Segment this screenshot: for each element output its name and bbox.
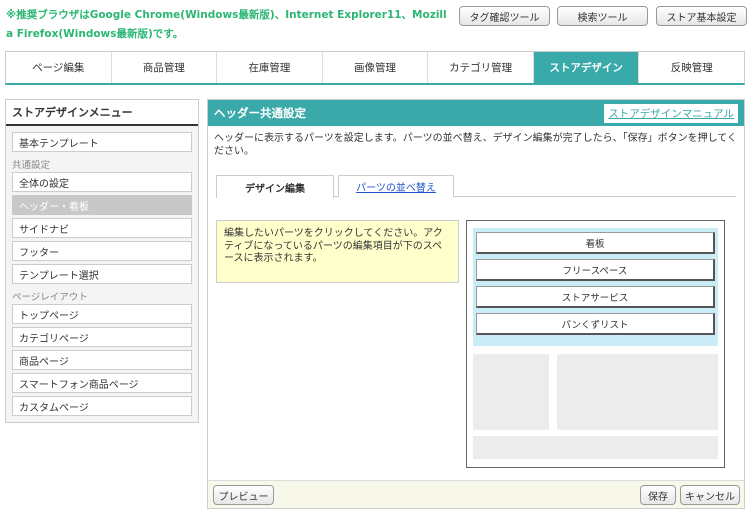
preview-side-area [473, 354, 549, 430]
sidebar-item-template-select[interactable]: テンプレート選択 [12, 264, 192, 284]
sidebar-item-custom-page[interactable]: カスタムページ [12, 396, 192, 416]
tab-parts-reorder[interactable]: パーツの並べ替え [338, 175, 454, 197]
part-breadcrumb[interactable]: パンくずリスト [476, 313, 715, 335]
tab-publish-management[interactable]: 反映管理 [639, 52, 745, 83]
tab-store-design[interactable]: ストアデザイン [533, 52, 640, 83]
part-free-space[interactable]: フリースペース [476, 259, 715, 281]
tab-product-management[interactable]: 商品管理 [111, 52, 218, 83]
tab-page-edit[interactable]: ページ編集 [6, 52, 112, 83]
search-tool-button[interactable]: 検索ツール [557, 6, 648, 26]
tab-category-management[interactable]: カテゴリ管理 [428, 52, 534, 83]
tab-inventory-management[interactable]: 在庫管理 [217, 52, 323, 83]
header-parts-area: 看板 フリースペース ストアサービス パンくずリスト [473, 228, 718, 346]
store-design-manual-link[interactable]: ストアデザインマニュアル [604, 103, 738, 123]
main-nav-tabs: ページ編集 商品管理 在庫管理 画像管理 カテゴリ管理 ストアデザイン 反映管理 [5, 51, 745, 85]
sidebar-item-header-signboard[interactable]: ヘッダー・看板 [12, 195, 192, 215]
preview-footer-area [473, 436, 718, 459]
sidebar-item-footer[interactable]: フッター [12, 241, 192, 261]
sidebar-item-smartphone-product-page[interactable]: スマートフォン商品ページ [12, 373, 192, 393]
cancel-button[interactable]: キャンセル [680, 485, 740, 505]
panel-description: ヘッダーに表示するパーツを設定します。パーツの並べ替え、デザイン編集が完了したら… [214, 133, 737, 157]
panel-header: ヘッダー共通設定 ストアデザインマニュアル [208, 100, 744, 126]
tab-image-management[interactable]: 画像管理 [322, 52, 429, 83]
part-store-service[interactable]: ストアサービス [476, 286, 715, 308]
sidebar-group-common: 共通設定 [12, 159, 51, 171]
sidebar-item-product-page[interactable]: 商品ページ [12, 350, 192, 370]
save-button[interactable]: 保存 [640, 485, 676, 505]
sidebar-item-top-page[interactable]: トップページ [12, 304, 192, 324]
preview-button[interactable]: プレビュー [213, 485, 274, 505]
part-signboard[interactable]: 看板 [476, 232, 715, 254]
browser-notice: ※推奨ブラウザはGoogle Chrome(Windows最新版)、Intern… [6, 9, 447, 40]
tag-check-tool-button[interactable]: タグ確認ツール [459, 6, 550, 26]
header-settings-panel: ヘッダー共通設定 ストアデザインマニュアル ヘッダーに表示するパーツを設定します… [207, 99, 745, 509]
tab-design-edit[interactable]: デザイン編集 [216, 175, 334, 198]
sidebar-title: ストアデザインメニュー [6, 100, 198, 126]
header-layout-preview: 看板 フリースペース ストアサービス パンくずリスト [466, 220, 725, 468]
store-settings-button[interactable]: ストア基本設定 [656, 6, 747, 26]
instruction-box: 編集したいパーツをクリックしてください。アクティブになっているパーツの編集項目が… [216, 220, 459, 283]
store-design-sidebar: ストアデザインメニュー 基本テンプレート 共通設定 全体の設定 ヘッダー・看板 … [5, 99, 199, 423]
sidebar-group-layout: ページレイアウト [12, 291, 88, 303]
sidebar-item-category-page[interactable]: カテゴリページ [12, 327, 192, 347]
page-title: ヘッダー共通設定 [214, 106, 306, 120]
sidebar-item-overall-settings[interactable]: 全体の設定 [12, 172, 192, 192]
edit-sub-tabs: デザイン編集 パーツの並べ替え [216, 175, 736, 198]
preview-content-area [557, 354, 718, 430]
sidebar-item-side-navi[interactable]: サイドナビ [12, 218, 192, 238]
sidebar-item-basic-template[interactable]: 基本テンプレート [12, 132, 192, 152]
panel-footer: プレビュー 保存 キャンセル [208, 480, 744, 508]
